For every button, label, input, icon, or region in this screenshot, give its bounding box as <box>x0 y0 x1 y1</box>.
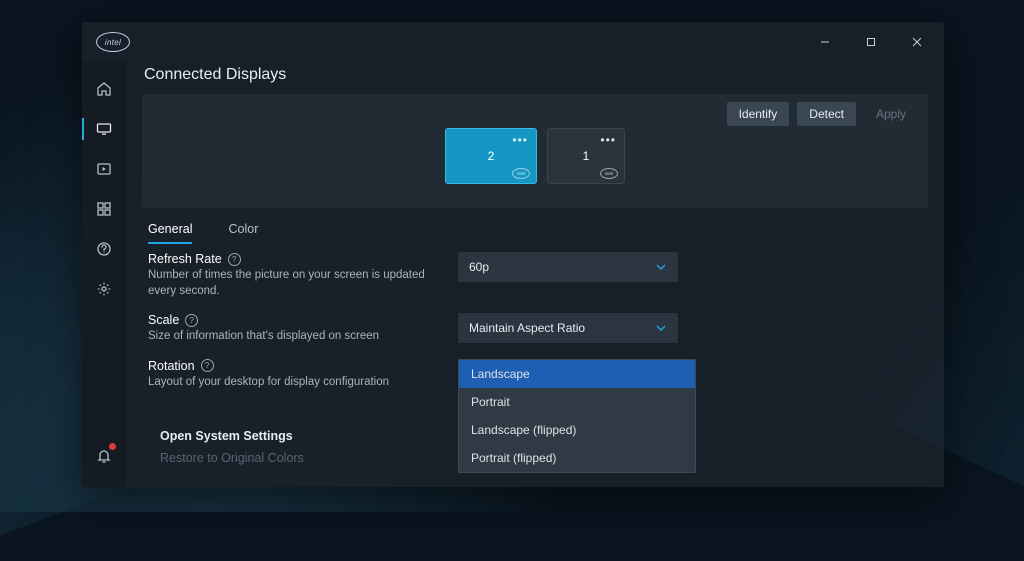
rotation-option-landscape[interactable]: Landscape <box>459 360 695 388</box>
sidebar-item-display[interactable] <box>82 112 126 146</box>
page-title: Connected Displays <box>142 62 928 94</box>
scale-select[interactable]: Maintain Aspect Ratio <box>458 313 678 343</box>
refresh-rate-value: 60p <box>469 260 489 274</box>
help-icon[interactable]: ? <box>185 314 198 327</box>
setting-refresh-rate: Refresh Rate ? Number of times the pictu… <box>148 252 922 299</box>
refresh-rate-label: Refresh Rate <box>148 252 222 266</box>
display-tile-1[interactable]: ••• 1 intel <box>547 128 625 184</box>
display-id: 1 <box>583 149 590 163</box>
help-icon[interactable]: ? <box>201 359 214 372</box>
chevron-down-icon <box>655 322 667 334</box>
notification-badge <box>109 443 116 450</box>
sidebar-item-notifications[interactable] <box>82 439 126 473</box>
footer-links: Open System Settings Restore to Original… <box>152 425 312 469</box>
detect-button[interactable]: Detect <box>797 102 856 126</box>
sidebar <box>82 62 126 487</box>
intel-logo-small: intel <box>600 168 618 179</box>
maximize-button[interactable] <box>848 22 894 62</box>
refresh-rate-select[interactable]: 60p <box>458 252 678 282</box>
identify-button[interactable]: Identify <box>727 102 790 126</box>
sidebar-item-apps[interactable] <box>82 192 126 226</box>
window-body: Connected Displays Identify Detect Apply… <box>82 62 944 487</box>
intel-logo-small: intel <box>512 168 530 179</box>
panel-actions: Identify Detect Apply <box>727 102 918 126</box>
sidebar-item-home[interactable] <box>82 72 126 106</box>
rotation-option-landscape-flipped[interactable]: Landscape (flipped) <box>459 416 695 444</box>
sidebar-item-help[interactable] <box>82 232 126 266</box>
window-controls <box>802 22 940 62</box>
sidebar-item-settings[interactable] <box>82 272 126 306</box>
rotation-label: Rotation <box>148 359 195 373</box>
titlebar: intel <box>82 22 944 62</box>
app-window: intel <box>82 22 944 487</box>
open-system-settings-link[interactable]: Open System Settings <box>160 429 304 443</box>
displays-panel: Identify Detect Apply ••• 2 intel ••• 1 … <box>142 94 928 208</box>
minimize-button[interactable] <box>802 22 848 62</box>
chevron-down-icon <box>655 261 667 273</box>
rotation-desc: Layout of your desktop for display confi… <box>148 375 428 391</box>
help-icon[interactable]: ? <box>228 253 241 266</box>
rotation-dropdown[interactable]: Landscape Portrait Landscape (flipped) P… <box>458 359 696 473</box>
setting-scale: Scale ? Size of information that's displ… <box>148 313 922 345</box>
tab-general[interactable]: General <box>148 222 192 244</box>
scale-desc: Size of information that's displayed on … <box>148 329 428 345</box>
close-button[interactable] <box>894 22 940 62</box>
rotation-option-portrait-flipped[interactable]: Portrait (flipped) <box>459 444 695 472</box>
intel-logo: intel <box>96 32 130 52</box>
display-menu-icon[interactable]: ••• <box>512 133 528 147</box>
scale-value: Maintain Aspect Ratio <box>469 321 585 335</box>
refresh-rate-desc: Number of times the picture on your scre… <box>148 268 428 299</box>
scale-label: Scale <box>148 313 179 327</box>
restore-colors-link: Restore to Original Colors <box>160 451 304 465</box>
sidebar-item-video[interactable] <box>82 152 126 186</box>
apply-button: Apply <box>864 102 918 126</box>
display-tile-2[interactable]: ••• 2 intel <box>445 128 537 184</box>
settings-tabs: General Color <box>142 212 928 244</box>
display-id: 2 <box>488 149 495 163</box>
tab-color[interactable]: Color <box>228 222 258 244</box>
display-menu-icon[interactable]: ••• <box>600 133 616 147</box>
rotation-option-portrait[interactable]: Portrait <box>459 388 695 416</box>
main-content: Connected Displays Identify Detect Apply… <box>126 62 944 487</box>
